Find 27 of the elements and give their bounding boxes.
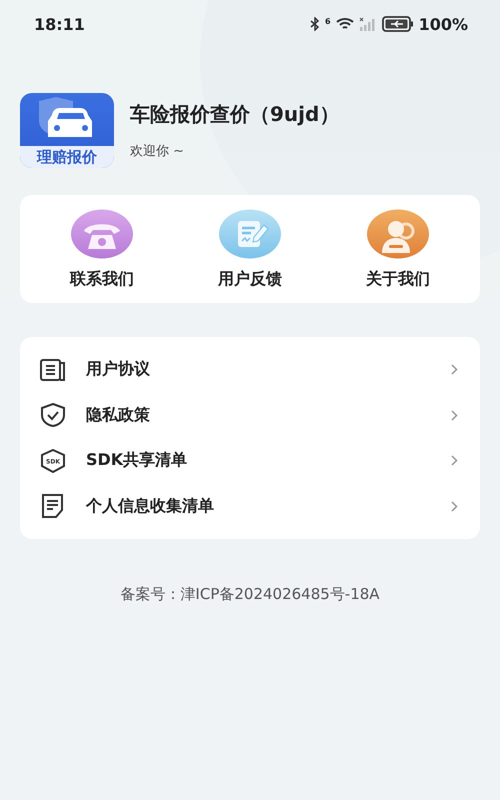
- wifi-icon: [336, 17, 354, 31]
- telephone-icon: [70, 208, 134, 258]
- battery-percent: 100%: [418, 14, 468, 34]
- status-time: 18:11: [34, 14, 85, 34]
- battery-icon: [382, 16, 414, 32]
- list-note-icon: [40, 494, 66, 518]
- icp-record-text: 备案号：津ICP备2024026485号-18A: [119, 585, 381, 604]
- chevron-right-icon: [451, 364, 458, 376]
- chevron-right-icon: [451, 455, 458, 466]
- chevron-right-icon: [451, 500, 458, 512]
- quick-action-button[interactable]: 用户反馈: [185, 208, 315, 290]
- cell-signal-icon: [358, 17, 377, 31]
- signed-note-icon: [218, 208, 282, 258]
- people-icon: [366, 208, 430, 258]
- bluetooth-icon: [310, 17, 320, 31]
- document-icon: [40, 358, 66, 381]
- logo-caption: 理赔报价: [20, 146, 114, 168]
- welcome-text: 欢迎你 ~: [130, 143, 186, 160]
- shield-check-icon: [40, 403, 66, 428]
- menu-item[interactable]: 隐私政策: [20, 392, 480, 438]
- quick-action-button[interactable]: 关于我们: [333, 208, 463, 290]
- menu-item[interactable]: 个人信息收集清单: [20, 484, 480, 529]
- app-title: 车险报价查价（9ujd）: [130, 101, 340, 128]
- chevron-right-icon: [451, 410, 458, 421]
- menu-item[interactable]: 用户协议: [20, 347, 480, 392]
- signal-label: 6: [324, 16, 331, 26]
- quick-action-button[interactable]: 联系我们: [37, 208, 167, 290]
